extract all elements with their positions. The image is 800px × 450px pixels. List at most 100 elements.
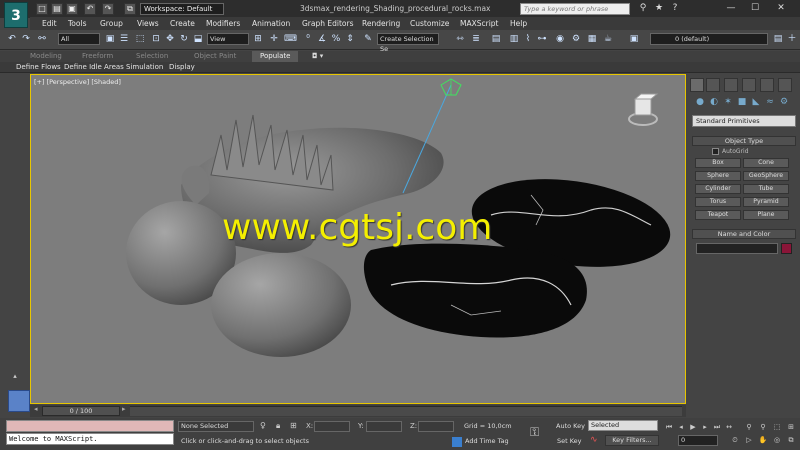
render-setup-icon[interactable]: ⚙ bbox=[570, 33, 582, 46]
object-type-rollout[interactable]: Object Type bbox=[692, 136, 796, 146]
key-mode-toggle-icon[interactable]: ↔ bbox=[724, 422, 734, 432]
box-button[interactable]: Box bbox=[695, 158, 741, 168]
select-object-icon[interactable]: ▣ bbox=[104, 33, 116, 46]
link-icon[interactable]: ⚯ bbox=[36, 33, 48, 46]
workspace-dropdown[interactable]: Workspace: Default bbox=[140, 3, 224, 15]
undo-toolbar-icon[interactable]: ↶ bbox=[6, 33, 18, 46]
add-time-tag-button[interactable]: Add Time Tag bbox=[465, 437, 521, 448]
maxscript-listener-output[interactable]: Welcome to MAXScript. bbox=[6, 433, 174, 445]
cylinder-button[interactable]: Cylinder bbox=[695, 184, 741, 194]
menu-customize[interactable]: Customize bbox=[410, 19, 449, 28]
mirror-icon[interactable]: ⇿ bbox=[454, 33, 466, 46]
selection-filter-dropdown[interactable]: All bbox=[58, 33, 100, 45]
minimize-icon[interactable]: — bbox=[724, 2, 738, 15]
define-flows-button[interactable]: Define Flows bbox=[16, 63, 61, 71]
key-filters-button[interactable]: Key Filters... bbox=[605, 435, 659, 446]
create-layer-icon[interactable]: ▤ bbox=[772, 33, 784, 46]
go-to-start-icon[interactable]: ⏮ bbox=[664, 422, 674, 432]
lock-selection-icon[interactable]: 🔒︎ bbox=[276, 421, 280, 431]
open-file-icon[interactable]: ▤ bbox=[51, 3, 63, 15]
menu-group[interactable]: Group bbox=[100, 19, 123, 28]
maximize-viewport-icon[interactable]: ⧉ bbox=[786, 435, 796, 445]
menu-modifiers[interactable]: Modifiers bbox=[206, 19, 240, 28]
render-production-icon[interactable]: ☕ bbox=[602, 33, 614, 46]
key-curve-icon[interactable]: ∿ bbox=[590, 435, 598, 445]
systems-icon[interactable]: ⚙ bbox=[778, 96, 790, 108]
pan-icon[interactable]: ✋ bbox=[758, 435, 768, 445]
keyboard-shortcut-icon[interactable]: ⌨ bbox=[284, 33, 297, 46]
shapes-icon[interactable]: ◐ bbox=[708, 96, 720, 108]
snap-toggle-icon[interactable]: ⁰ bbox=[302, 33, 314, 46]
helpers-icon[interactable]: ◣ bbox=[750, 96, 762, 108]
black-marble-rock-2[interactable] bbox=[363, 243, 587, 338]
search-input[interactable]: Type a keyword or phrase bbox=[520, 3, 630, 15]
plane-button[interactable]: Plane bbox=[743, 210, 789, 220]
rectangular-selection-icon[interactable]: ⬚ bbox=[134, 33, 146, 46]
auto-key-button[interactable]: Auto Key bbox=[556, 422, 585, 430]
isolate-icon[interactable]: ♀ bbox=[260, 421, 266, 430]
geometry-icon[interactable]: ● bbox=[694, 96, 706, 108]
move-icon[interactable]: ✥ bbox=[164, 33, 176, 46]
menu-views[interactable]: Views bbox=[137, 19, 159, 28]
redo-toolbar-icon[interactable]: ↷ bbox=[20, 33, 32, 46]
go-to-end-icon[interactable]: ⏭ bbox=[712, 422, 722, 432]
angle-snap-icon[interactable]: ∡ bbox=[316, 33, 328, 46]
expand-arrow-icon[interactable]: ▴ bbox=[10, 372, 20, 380]
modify-tab-icon[interactable] bbox=[706, 78, 720, 92]
project-folder-icon[interactable]: ⧉ bbox=[124, 3, 136, 15]
percent-snap-icon[interactable]: % bbox=[330, 33, 342, 46]
field-of-view-icon[interactable]: ▷ bbox=[744, 435, 754, 445]
geosphere-button[interactable]: GeoSphere bbox=[743, 171, 789, 181]
tab-freeform[interactable]: Freeform bbox=[82, 52, 113, 60]
play-icon[interactable]: ▶ bbox=[688, 422, 698, 432]
tab-object-paint[interactable]: Object Paint bbox=[194, 52, 236, 60]
menu-edit[interactable]: Edit bbox=[42, 19, 57, 28]
define-idle-areas-button[interactable]: Define Idle Areas bbox=[64, 63, 124, 71]
tube-button[interactable]: Tube bbox=[743, 184, 789, 194]
object-color-swatch[interactable] bbox=[781, 243, 792, 254]
sphere-button[interactable]: Sphere bbox=[695, 171, 741, 181]
teapot-button[interactable]: Teapot bbox=[695, 210, 741, 220]
maximize-icon[interactable]: ☐ bbox=[748, 2, 762, 15]
cameras-icon[interactable]: ■ bbox=[736, 96, 748, 108]
tab-populate[interactable]: Populate bbox=[252, 51, 299, 62]
current-frame-field[interactable]: 0 bbox=[678, 435, 718, 446]
zoom-extents-all-icon[interactable]: ⊞ bbox=[786, 422, 796, 432]
menu-graph-editors[interactable]: Graph Editors bbox=[302, 19, 354, 28]
curve-editor-icon[interactable]: ⌇ bbox=[522, 33, 534, 46]
menu-create[interactable]: Create bbox=[170, 19, 195, 28]
align-icon[interactable]: ≣ bbox=[470, 33, 482, 46]
light-gizmo[interactable] bbox=[440, 78, 462, 96]
reference-coordinate-dropdown[interactable]: View bbox=[207, 33, 249, 45]
rotate-icon[interactable]: ↻ bbox=[178, 33, 190, 46]
close-icon[interactable]: ✕ bbox=[774, 2, 788, 15]
utilities-tab-icon[interactable] bbox=[778, 78, 792, 92]
zoom-all-icon[interactable]: ⚲ bbox=[758, 422, 768, 432]
object-category-dropdown[interactable]: Standard Primitives bbox=[692, 115, 796, 127]
motion-tab-icon[interactable] bbox=[742, 78, 756, 92]
schematic-view-icon[interactable]: ⊶ bbox=[536, 33, 548, 46]
time-next-icon[interactable]: ▸ bbox=[122, 405, 126, 413]
next-frame-icon[interactable]: ▸ bbox=[700, 422, 710, 432]
scene-explorer-icon[interactable]: ▥ bbox=[508, 33, 520, 46]
absolute-mode-icon[interactable]: ⊞ bbox=[290, 421, 297, 430]
spinner-snap-icon[interactable]: ⇕ bbox=[344, 33, 356, 46]
maxscript-listener-input[interactable] bbox=[6, 420, 174, 432]
x-coord-field[interactable] bbox=[314, 421, 350, 432]
key-mode-dropdown[interactable]: Selected bbox=[588, 420, 658, 431]
viewport-label[interactable]: [+] [Perspective] [Shaded] bbox=[34, 78, 121, 86]
viewcube[interactable] bbox=[628, 93, 659, 126]
named-selection-dropdown[interactable]: Create Selection Se bbox=[377, 33, 439, 53]
rock-mesh-2[interactable] bbox=[211, 253, 351, 357]
set-key-mode-icon[interactable]: ⚿ bbox=[530, 425, 539, 440]
cone-button[interactable]: Cone bbox=[743, 158, 789, 168]
track-bar[interactable] bbox=[130, 406, 682, 416]
help-icon[interactable]: ? bbox=[668, 2, 682, 15]
layer-dropdown[interactable]: 0 (default) bbox=[650, 33, 768, 45]
viewport-layout-tab[interactable] bbox=[8, 390, 30, 412]
time-config-icon[interactable]: ⏲ bbox=[730, 435, 740, 445]
binoculars-icon[interactable]: ⚲ bbox=[636, 2, 650, 15]
scale-icon[interactable]: ⬓ bbox=[192, 33, 204, 46]
save-file-icon[interactable]: ▣ bbox=[66, 3, 78, 15]
torus-button[interactable]: Torus bbox=[695, 197, 741, 207]
